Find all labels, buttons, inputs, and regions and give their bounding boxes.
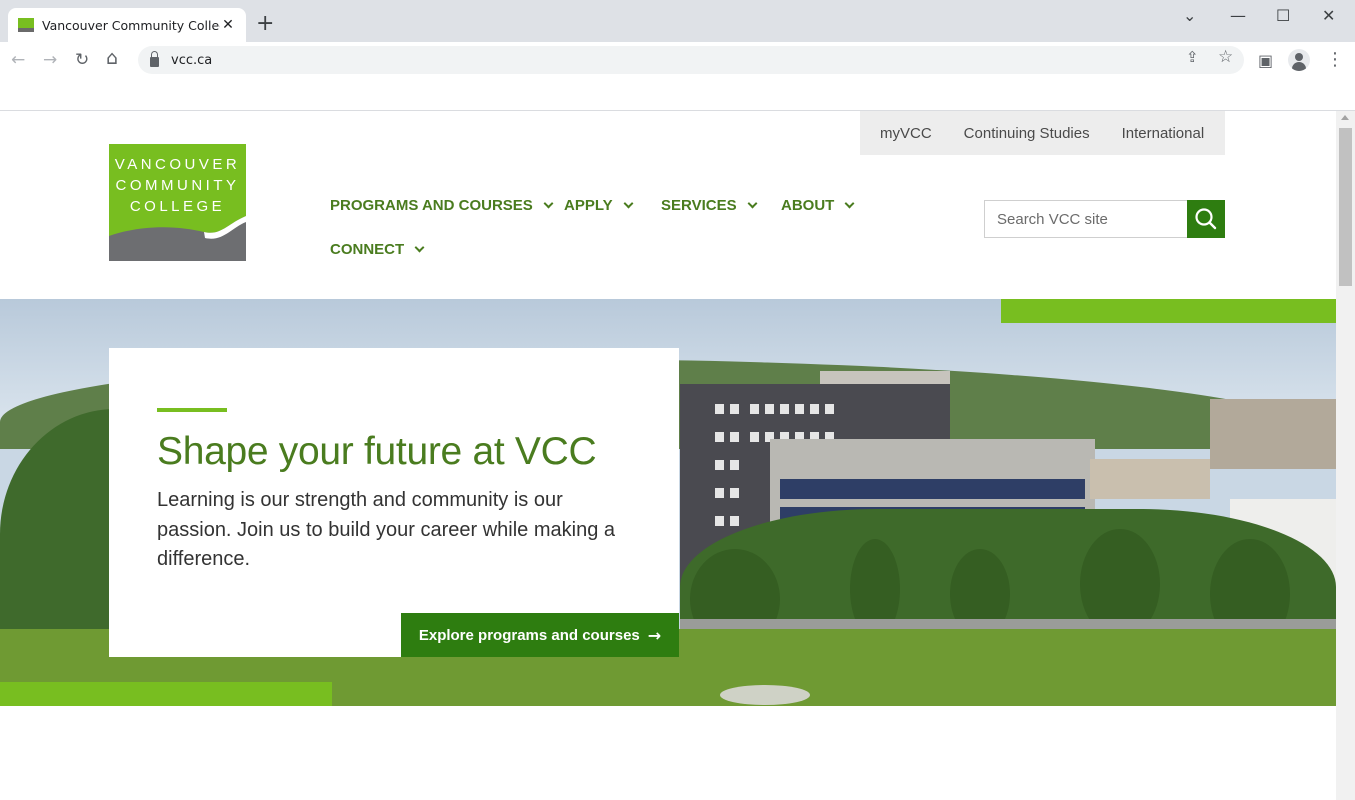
web-page: myVCC Continuing Studies International V… [0,111,1336,800]
tab-close-icon[interactable]: ✕ [220,17,236,33]
heading-accent-line [157,408,227,412]
logo-wave-icon [109,216,246,261]
browser-toolbar: ← → ↻ ⌂ vcc.ca ⇪ ☆ ▣ ⋮ [0,42,1355,78]
nav-label: CONNECT [330,241,405,258]
tab-strip: Vancouver Community College - ✕ + ⌄ — ☐ … [0,0,1355,42]
menu-icon[interactable]: ⋮ [1326,49,1344,70]
nav-label: PROGRAMS AND COURSES [330,197,533,214]
accent-bar-bottom [0,682,332,706]
nav-services[interactable]: SERVICES [661,197,758,214]
hero-description: Learning is our strength and community i… [157,489,616,570]
home-button[interactable]: ⌂ [106,48,118,68]
tab-title: Vancouver Community College - [42,17,220,33]
nav-connect[interactable]: CONNECT [330,241,425,258]
star-icon[interactable]: ☆ [1218,47,1233,67]
url-text: vcc.ca [171,52,213,68]
scroll-up-arrow-icon[interactable] [1341,115,1349,120]
search-input[interactable] [984,200,1188,238]
chevron-down-icon [747,198,758,209]
explore-programs-button[interactable]: Explore programs and courses → [401,613,679,657]
site-search [984,200,1225,238]
address-bar[interactable]: vcc.ca [138,46,1244,74]
search-icon [1195,208,1217,230]
tab-search-icon[interactable]: ⌄ [1183,6,1196,25]
hero-card: Shape your future at VCC Learning is our… [109,348,679,657]
nav-about[interactable]: ABOUT [781,197,855,214]
chevron-down-icon [414,242,425,253]
utility-nav: myVCC Continuing Studies International [860,111,1225,155]
nav-programs-and-courses[interactable]: PROGRAMS AND COURSES [330,197,554,214]
search-button[interactable] [1187,200,1225,238]
chevron-down-icon [543,198,554,209]
hero-heading: Shape your future at VCC [157,430,597,473]
arrow-right-icon: → [647,625,662,645]
utility-link-continuing-studies[interactable]: Continuing Studies [964,125,1090,142]
reload-button[interactable]: ↻ [75,50,89,70]
close-window-button[interactable]: ✕ [1322,6,1335,25]
nav-label: APPLY [564,197,613,214]
accent-bar-top [1001,299,1336,323]
maximize-button[interactable]: ☐ [1276,6,1290,25]
side-panel-icon[interactable]: ▣ [1258,51,1273,70]
nav-label: SERVICES [661,197,737,214]
vcc-favicon-icon [18,18,34,32]
cta-label: Explore programs and courses [418,626,640,644]
browser-tab[interactable]: Vancouver Community College - ✕ [8,8,246,42]
share-icon[interactable]: ⇪ [1186,48,1199,66]
nav-apply[interactable]: APPLY [564,197,634,214]
profile-icon[interactable] [1288,49,1310,71]
utility-link-international[interactable]: International [1122,125,1205,142]
minimize-button[interactable]: — [1230,6,1246,25]
page-scrollbar[interactable] [1336,111,1355,800]
utility-link-myvcc[interactable]: myVCC [880,125,932,142]
forward-button[interactable]: → [43,50,57,70]
hero-banner: Shape your future at VCC Learning is our… [0,299,1336,706]
nav-label: ABOUT [781,197,835,214]
lock-icon[interactable] [150,51,159,67]
chevron-down-icon [623,198,634,209]
scrollbar-thumb[interactable] [1339,128,1352,286]
back-button[interactable]: ← [11,50,25,70]
chevron-down-icon [844,198,855,209]
vcc-logo[interactable]: VANCOUVER COMMUNITY COLLEGE [109,144,246,261]
new-tab-button[interactable]: + [256,13,274,35]
